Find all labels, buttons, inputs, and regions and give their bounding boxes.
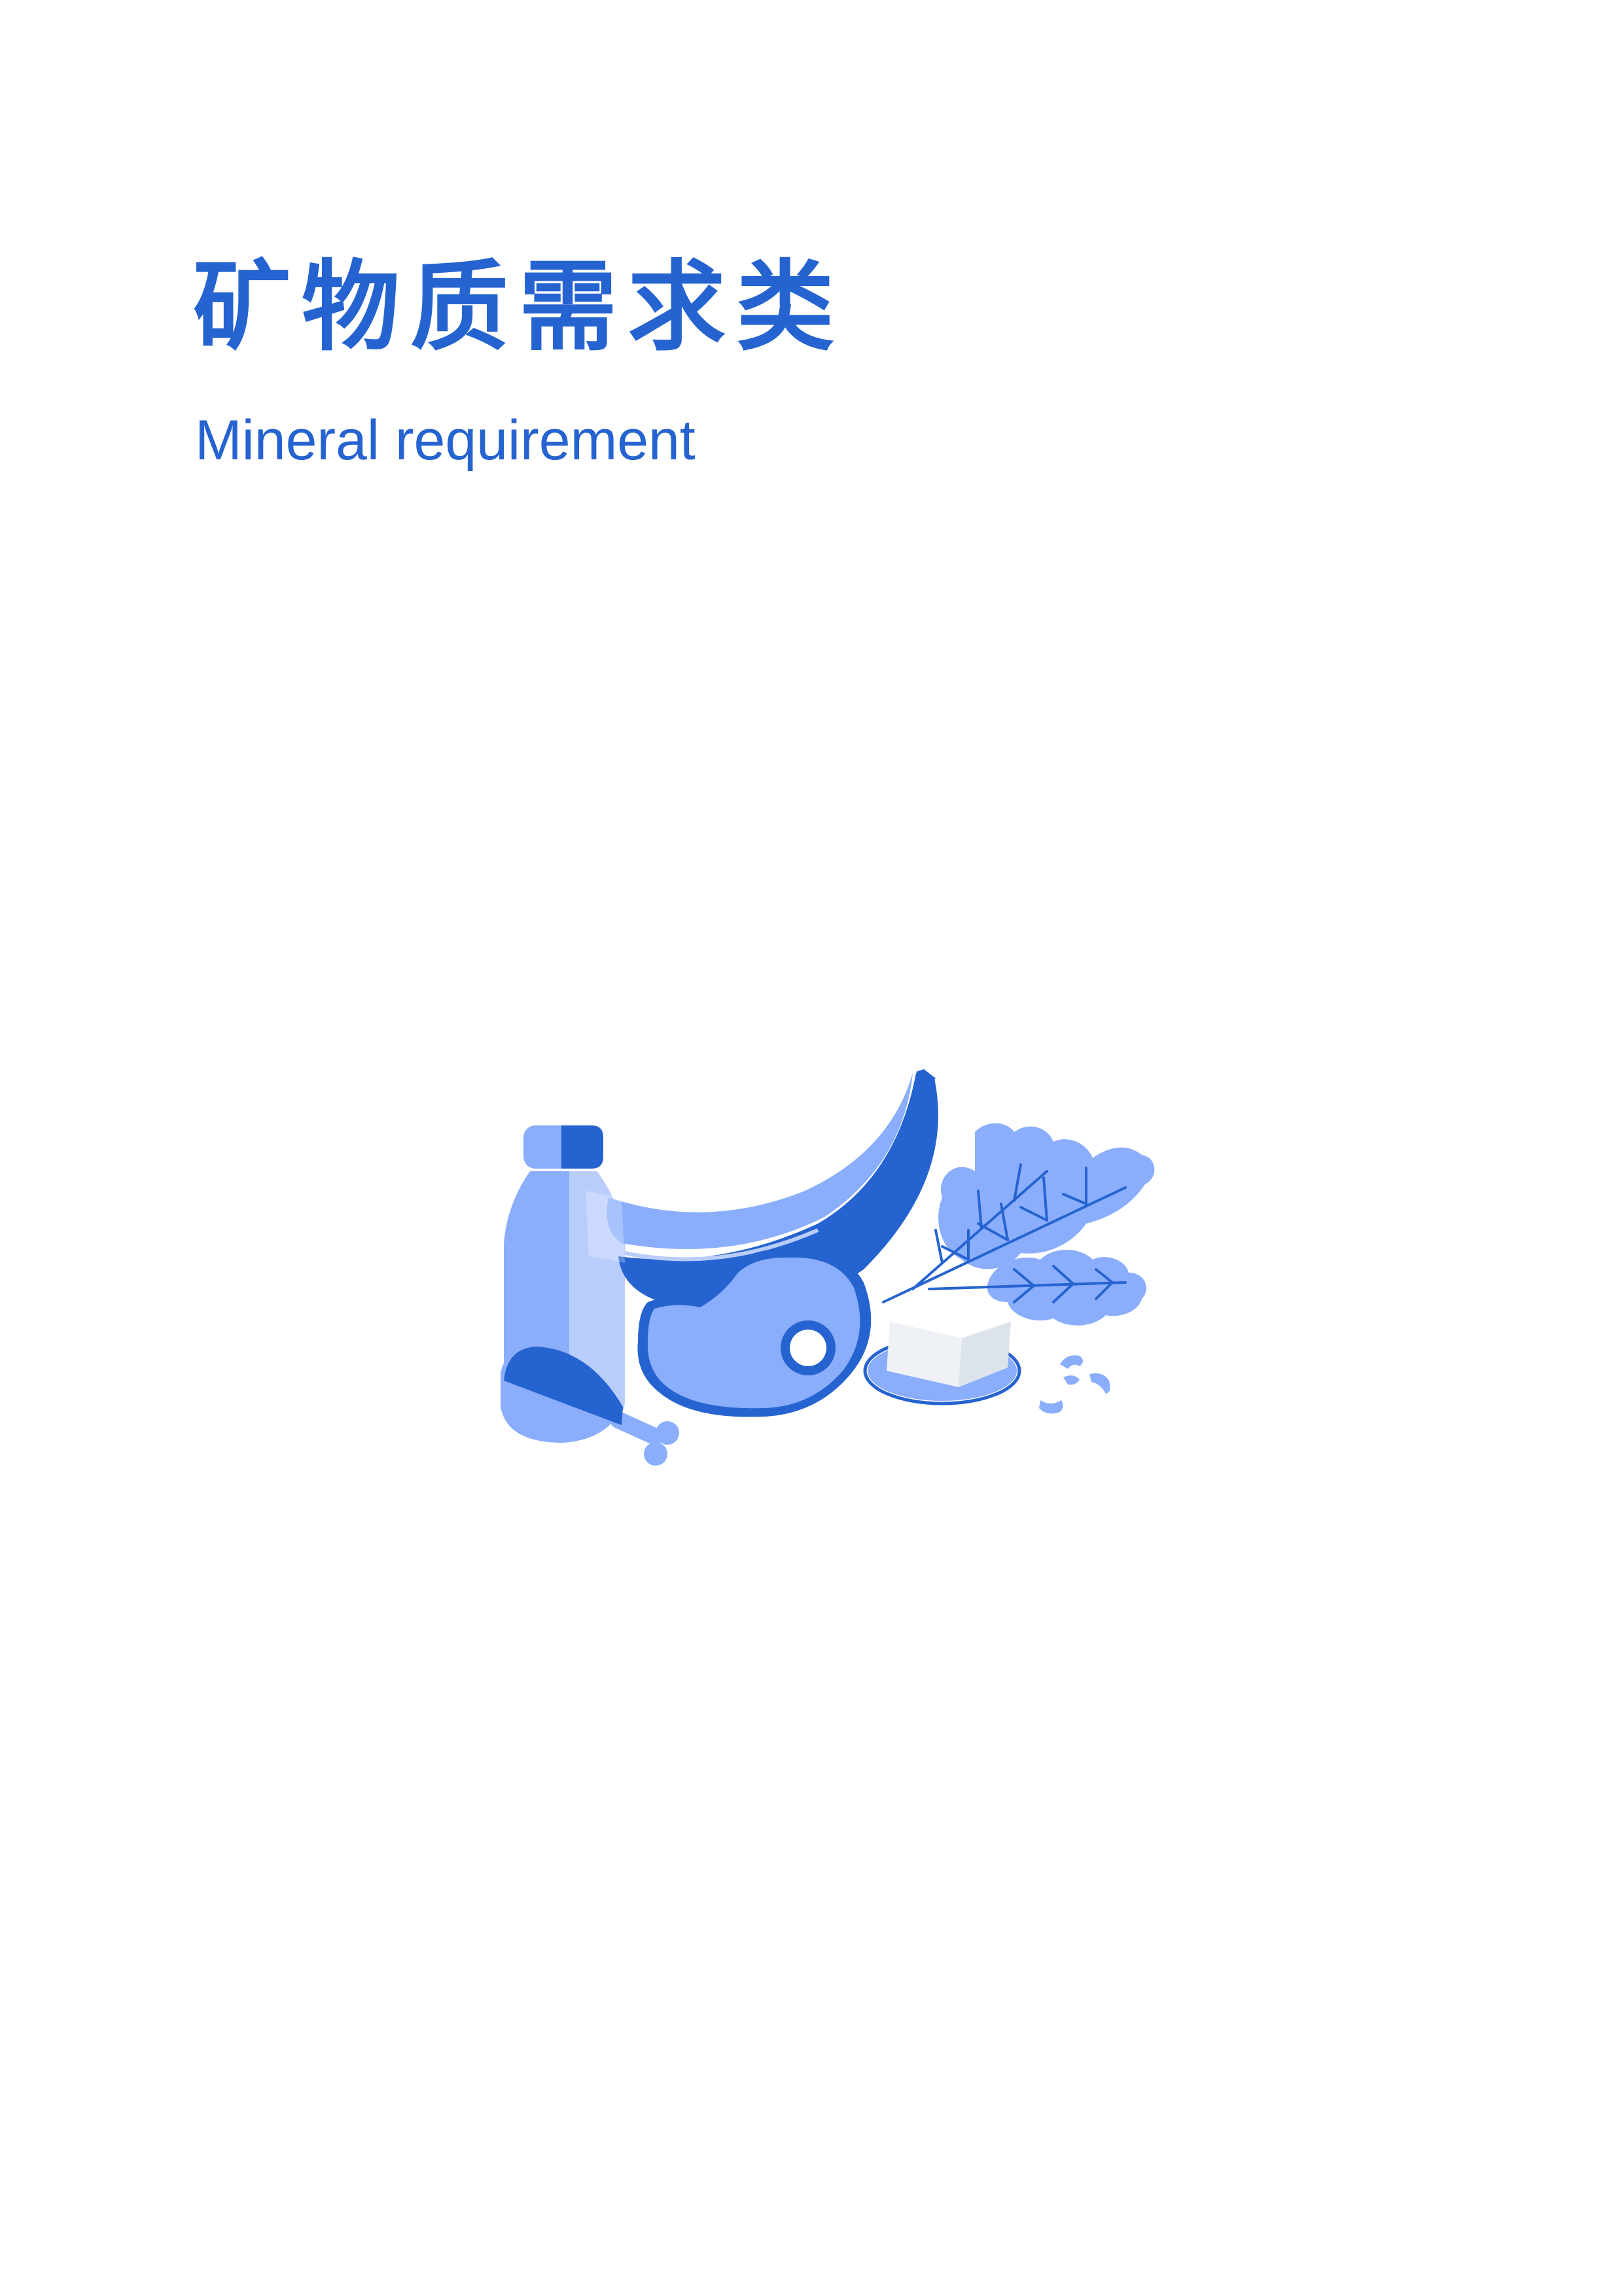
nuts-icon bbox=[1039, 1355, 1110, 1414]
page: 矿物质需求类 Mineral requirement bbox=[0, 0, 1624, 2296]
page-title: 矿物质需求类 bbox=[193, 251, 845, 364]
tofu-icon bbox=[863, 1302, 1021, 1405]
food-illustration bbox=[501, 1069, 1155, 1466]
page-subtitle: Mineral requirement bbox=[195, 409, 696, 472]
